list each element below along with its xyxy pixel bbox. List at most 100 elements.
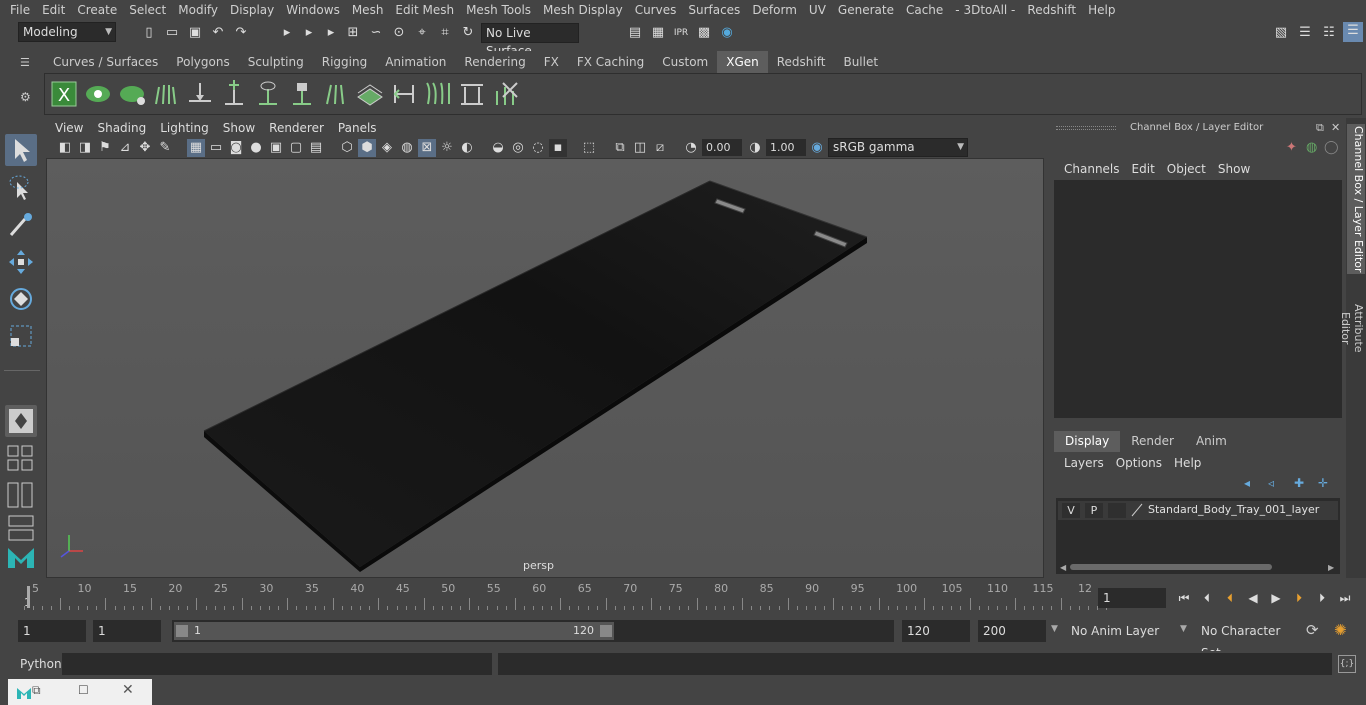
script-language-label[interactable]: Python — [20, 657, 62, 671]
menu-select[interactable]: Select — [123, 0, 172, 20]
render-settings-icon[interactable]: ▩ — [695, 24, 713, 42]
channel-menu-channels[interactable]: Channels — [1058, 160, 1126, 178]
select-hierarchy-icon[interactable]: ▸ — [278, 24, 296, 42]
command-input[interactable] — [62, 653, 492, 675]
viewport-menu-panels[interactable]: Panels — [331, 119, 384, 138]
xray-icon[interactable]: ▪ — [549, 139, 567, 157]
layer-playback-toggle[interactable]: P — [1085, 503, 1103, 518]
channel-menu-show[interactable]: Show — [1212, 160, 1256, 178]
safe-title-icon[interactable]: ▤ — [307, 139, 325, 157]
resolution-gate-icon[interactable]: ◙ — [227, 139, 245, 157]
xgen-groom-icon[interactable] — [423, 79, 453, 109]
character-set-dropdown[interactable]: No Character Set — [1196, 620, 1298, 660]
tab-curves-surfaces[interactable]: Curves / Surfaces — [44, 51, 168, 73]
use-all-lights-icon[interactable]: ⊠ — [418, 139, 436, 157]
render-frame-icon[interactable]: ▦ — [649, 24, 667, 42]
menu-mesh-display[interactable]: Mesh Display — [537, 0, 629, 20]
textured-icon[interactable]: ◍ — [398, 139, 416, 157]
tab-rigging[interactable]: Rigging — [312, 51, 377, 73]
shelf-menu-icon[interactable]: ☰ — [20, 56, 38, 69]
menu-windows[interactable]: Windows — [280, 0, 346, 20]
toggle-panel-icon[interactable]: ☰ — [1296, 24, 1314, 42]
viewport-menu-shading[interactable]: Shading — [90, 119, 153, 138]
layer-visibility-toggle[interactable]: V — [1062, 503, 1080, 518]
channel-box-toggle-icon[interactable]: ☷ — [1320, 24, 1338, 42]
layer-menu-layers[interactable]: Layers — [1058, 455, 1110, 471]
viewport-menu-view[interactable]: View — [48, 119, 90, 138]
image-plane-icon[interactable]: ⊿ — [116, 139, 134, 157]
menu-deform[interactable]: Deform — [746, 0, 803, 20]
safe-action-icon[interactable]: ▢ — [287, 139, 305, 157]
tab-fx[interactable]: FX — [534, 51, 568, 73]
animation-preferences-icon[interactable]: ✺ — [1334, 621, 1347, 639]
film-gate-icon[interactable]: ▭ — [207, 139, 225, 157]
animation-start-field[interactable]: 1 — [18, 620, 86, 642]
four-pane-layout-icon[interactable] — [5, 442, 37, 474]
play-forwards-icon[interactable]: ▶ — [1266, 588, 1286, 608]
layer-list-scrollbar[interactable]: ◀ ▶ — [1060, 562, 1336, 572]
chevron-down-icon[interactable]: ▼ — [1180, 624, 1187, 634]
grease-pencil-icon[interactable]: ✎ — [156, 139, 174, 157]
snap-point-icon[interactable]: ⊙ — [390, 24, 408, 42]
wireframe-icon[interactable]: ⬡ — [338, 139, 356, 157]
color-management-icon[interactable]: ◉ — [808, 139, 826, 157]
snap-curve-icon[interactable]: ∽ — [367, 24, 385, 42]
step-back-key-icon[interactable]: ⏴ — [1220, 588, 1240, 608]
xgen-lock-guide-icon[interactable] — [287, 79, 317, 109]
menu-edit-mesh[interactable]: Edit Mesh — [389, 0, 460, 20]
menu-mesh[interactable]: Mesh — [346, 0, 390, 20]
motion-blur-icon[interactable]: ◒ — [489, 139, 507, 157]
menu-3dtoall[interactable]: - 3DtoAll - — [949, 0, 1021, 20]
xgen-guide-visibility-icon[interactable] — [253, 79, 283, 109]
xgen-convert-icon[interactable] — [389, 79, 419, 109]
isolate-select-icon[interactable]: ⬚ — [580, 139, 598, 157]
layer-menu-help[interactable]: Help — [1168, 455, 1207, 471]
scroll-left-icon[interactable]: ◀ — [1060, 563, 1066, 572]
tab-fx-caching[interactable]: FX Caching — [567, 51, 654, 73]
step-back-frame-icon[interactable]: ⏴ — [1197, 588, 1217, 608]
current-time-marker[interactable] — [27, 586, 30, 608]
time-slider[interactable]: 5 10 15 20 25 30 35 40 45 50 55 60 65 70 75 80 85 90 95 100… — [18, 582, 1107, 612]
xgen-add-guide-icon[interactable] — [219, 79, 249, 109]
playback-end-field[interactable]: 120 — [902, 620, 970, 642]
menu-redshift[interactable]: Redshift — [1021, 0, 1082, 20]
move-layer-up-icon[interactable]: ◂ — [1244, 476, 1250, 490]
tab-animation[interactable]: Animation — [376, 51, 456, 73]
workspace-icon[interactable]: ▧ — [1272, 24, 1290, 42]
layer-tab-display[interactable]: Display — [1054, 431, 1121, 452]
anim-layer-dropdown[interactable]: No Anim Layer — [1066, 620, 1176, 642]
hyper-icon[interactable]: ◯ — [1324, 140, 1339, 155]
xgen-guide-sculpt-icon[interactable] — [321, 79, 351, 109]
open-scene-icon[interactable]: ▭ — [163, 24, 181, 42]
range-slider[interactable]: 1 120 — [172, 620, 894, 642]
menu-create[interactable]: Create — [71, 0, 123, 20]
viewport-menu-show[interactable]: Show — [216, 119, 262, 138]
range-slider-right-handle[interactable] — [600, 625, 612, 637]
undo-icon[interactable]: ↶ — [209, 24, 227, 42]
snap-view-icon[interactable]: ⌖ — [413, 24, 431, 42]
panel-drag-handle[interactable] — [1056, 126, 1116, 130]
menu-cache[interactable]: Cache — [900, 0, 949, 20]
menu-help[interactable]: Help — [1082, 0, 1121, 20]
viewport-menu-lighting[interactable]: Lighting — [153, 119, 216, 138]
single-pane-layout-icon[interactable] — [5, 405, 37, 437]
exposure-icon[interactable]: ◔ — [682, 139, 700, 157]
smooth-shade-icon[interactable]: ⬢ — [358, 139, 376, 157]
menu-mesh-tools[interactable]: Mesh Tools — [460, 0, 537, 20]
xray-joints-icon[interactable]: ⧉ — [611, 139, 629, 157]
field-chart-icon[interactable]: ▣ — [267, 139, 285, 157]
rotate-tool-icon[interactable] — [5, 283, 37, 315]
xray-active-icon[interactable]: ◫ — [631, 139, 649, 157]
wireframe-on-shaded-icon[interactable]: ◈ — [378, 139, 396, 157]
close-icon[interactable]: ✕ — [1331, 121, 1340, 134]
menu-edit[interactable]: Edit — [36, 0, 71, 20]
current-frame-field[interactable]: 1 — [1098, 588, 1166, 608]
snap-live-icon[interactable]: ↻ — [459, 24, 477, 42]
layer-menu-options[interactable]: Options — [1110, 455, 1168, 471]
xgen-create-description-icon[interactable] — [151, 79, 181, 109]
lasso-tool-icon[interactable] — [5, 172, 37, 204]
go-to-end-icon[interactable]: ⏭ — [1335, 588, 1355, 608]
tab-custom[interactable]: Custom — [653, 51, 718, 73]
step-forward-frame-icon[interactable]: ⏵ — [1312, 588, 1332, 608]
tab-rendering[interactable]: Rendering — [455, 51, 535, 73]
